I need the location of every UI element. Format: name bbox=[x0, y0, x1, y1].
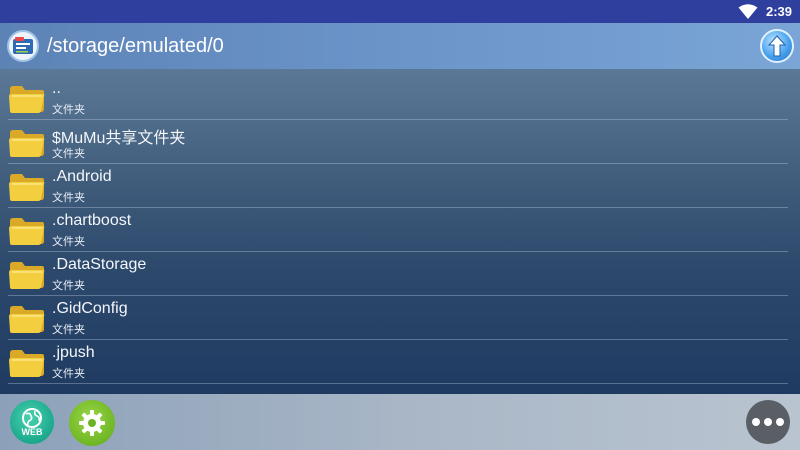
file-type: 文件夹 bbox=[52, 191, 85, 204]
folder-icon bbox=[9, 262, 45, 289]
file-name: .GidConfig bbox=[52, 300, 128, 317]
up-button[interactable] bbox=[760, 29, 794, 63]
more-dot bbox=[776, 418, 784, 426]
file-type: 文件夹 bbox=[52, 147, 85, 160]
file-row[interactable]: .jpush 文件夹 bbox=[0, 340, 800, 384]
file-row[interactable]: .chartboost 文件夹 bbox=[0, 208, 800, 252]
file-type: 文件夹 bbox=[52, 235, 85, 248]
row-divider bbox=[8, 383, 788, 384]
more-dot bbox=[764, 418, 772, 426]
file-manager-icon[interactable] bbox=[7, 30, 39, 62]
settings-button[interactable] bbox=[69, 400, 115, 446]
web-button[interactable]: WEB bbox=[10, 400, 54, 444]
web-label: WEB bbox=[21, 427, 43, 437]
title-bar: /storage/emulated/0 bbox=[0, 23, 800, 69]
globe-icon bbox=[22, 408, 42, 428]
file-name: .DataStorage bbox=[52, 256, 147, 273]
file-name: .chartboost bbox=[52, 212, 132, 229]
more-dot bbox=[752, 418, 760, 426]
file-type: 文件夹 bbox=[52, 323, 85, 336]
file-row[interactable]: .. 文件夹 bbox=[0, 76, 800, 120]
file-name: .. bbox=[52, 80, 61, 97]
file-name: .Android bbox=[52, 168, 112, 185]
folder-icon bbox=[9, 130, 45, 157]
arrow-up-icon bbox=[767, 35, 787, 57]
file-row[interactable]: .DataStorage 文件夹 bbox=[0, 252, 800, 296]
file-type: 文件夹 bbox=[52, 279, 85, 292]
folder-icon bbox=[9, 350, 45, 377]
wifi-icon bbox=[738, 3, 758, 19]
current-path: /storage/emulated/0 bbox=[47, 34, 224, 57]
gear-icon bbox=[79, 410, 105, 436]
more-button[interactable] bbox=[746, 400, 790, 444]
folder-icon bbox=[9, 218, 45, 245]
folder-icon bbox=[9, 86, 45, 113]
file-type: 文件夹 bbox=[52, 367, 85, 380]
bottom-bar: WEB bbox=[0, 394, 800, 450]
file-type: 文件夹 bbox=[52, 103, 85, 116]
file-row[interactable]: .GidConfig 文件夹 bbox=[0, 296, 800, 340]
status-bar: 2:39 bbox=[0, 0, 800, 23]
file-list: .. 文件夹 $MuMu共享文件夹 文件夹 .Android 文件夹 .chartboost… bbox=[0, 69, 800, 394]
file-name: .jpush bbox=[52, 344, 95, 361]
folder-icon bbox=[9, 174, 45, 201]
file-row[interactable]: .Android 文件夹 bbox=[0, 164, 800, 208]
folder-icon bbox=[9, 306, 45, 333]
clock: 2:39 bbox=[765, 4, 792, 19]
file-row[interactable]: $MuMu共享文件夹 文件夹 bbox=[0, 120, 800, 164]
